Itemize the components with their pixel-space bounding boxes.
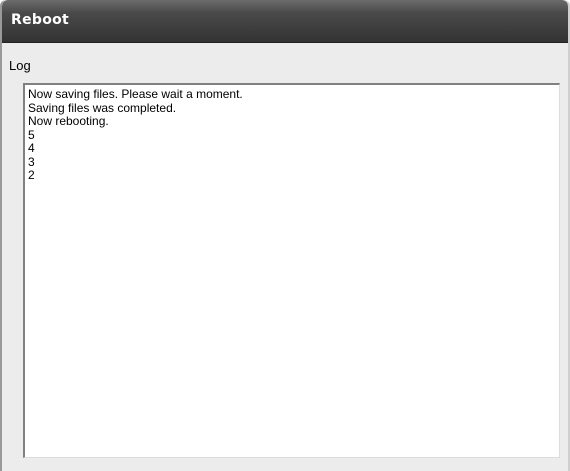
window-title: Reboot [11,12,70,28]
title-bar[interactable]: Reboot [2,0,568,43]
log-line: Now rebooting. [28,114,109,128]
log-line: Saving files was completed. [28,100,177,115]
log-line: 2 [28,168,35,182]
log-textarea[interactable]: Now saving files. Please wait a moment. … [23,83,560,458]
log-line: 3 [28,154,35,169]
log-line: 4 [28,141,35,155]
log-line: Now saving files. Please wait a moment. [28,87,243,101]
dialog-content: Log Now saving files. Please wait a mome… [2,43,568,471]
reboot-dialog: Reboot Log Now saving files. Please wait… [0,0,570,471]
log-label: Log [9,58,31,73]
log-line: 5 [28,127,35,142]
